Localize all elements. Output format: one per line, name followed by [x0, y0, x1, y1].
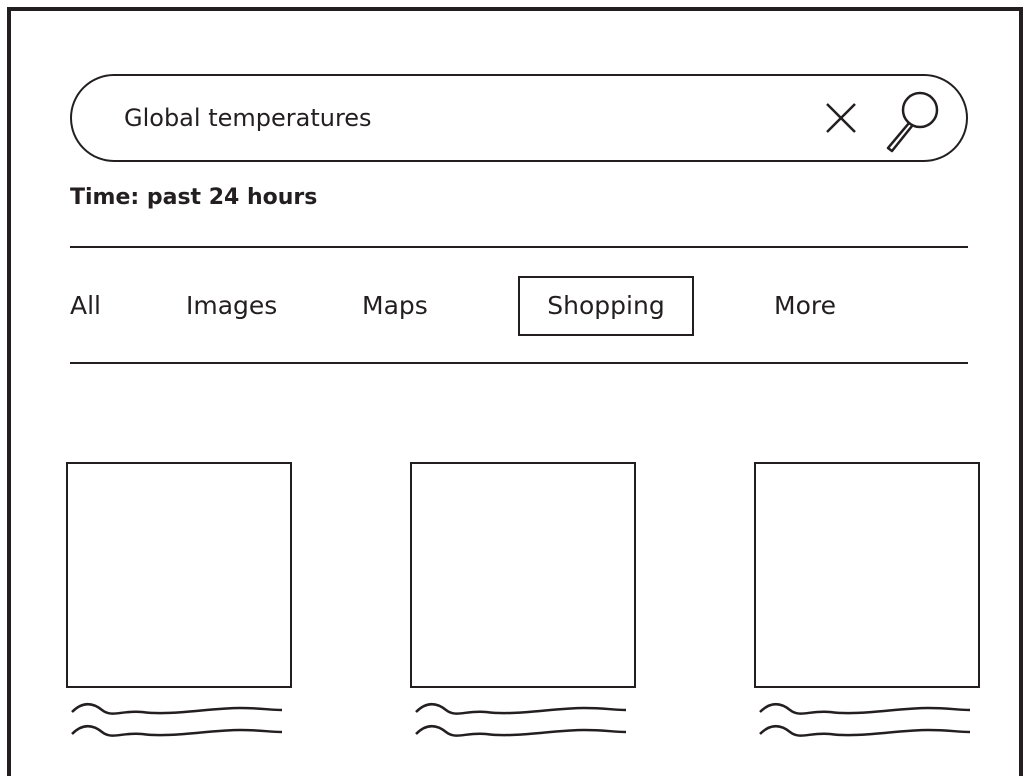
search-icon[interactable]: [882, 88, 942, 154]
time-filter[interactable]: Time: past 24 hours: [70, 185, 317, 210]
result-caption-placeholder: [759, 703, 971, 737]
result-thumbnail[interactable]: [754, 462, 980, 688]
tabs-divider-bottom: [70, 362, 968, 364]
tab-all[interactable]: All: [70, 291, 101, 321]
result-card[interactable]: [66, 462, 292, 752]
search-input[interactable]: [124, 96, 784, 140]
result-card[interactable]: [410, 462, 636, 752]
result-caption-placeholder: [71, 703, 283, 737]
close-icon[interactable]: [824, 101, 858, 135]
result-thumbnail[interactable]: [66, 462, 292, 688]
result-thumbnail[interactable]: [410, 462, 636, 688]
result-caption-placeholder: [415, 703, 627, 737]
result-card[interactable]: [754, 462, 980, 752]
tab-more[interactable]: More: [774, 291, 836, 321]
tab-maps[interactable]: Maps: [362, 291, 428, 321]
tabs-divider-top: [70, 246, 968, 248]
tab-shopping[interactable]: Shopping: [518, 276, 694, 336]
tab-images[interactable]: Images: [186, 291, 277, 321]
search-bar: [70, 74, 968, 162]
